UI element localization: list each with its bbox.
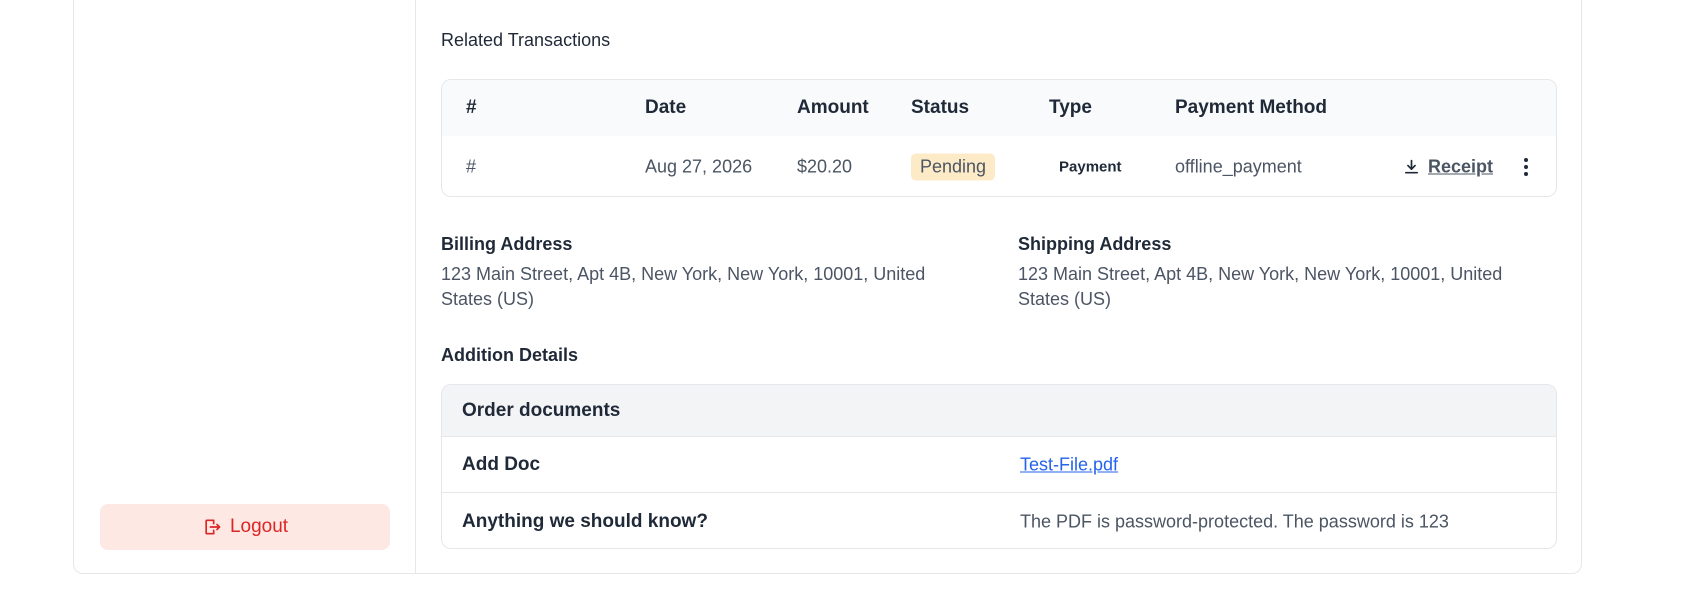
related-transactions-title: Related Transactions bbox=[441, 30, 611, 50]
table-row: Anything we should know? The PDF is pass… bbox=[442, 494, 1556, 548]
notes-value: The PDF is password-protected. The passw… bbox=[1020, 511, 1449, 532]
table-header-row: # Date Amount Status Type Payment Method bbox=[442, 80, 1556, 136]
main-content: Related Transactions # Date Amount Statu… bbox=[441, 0, 1557, 573]
shipping-address-label: Shipping Address bbox=[1018, 234, 1172, 254]
receipt-label: Receipt bbox=[1428, 156, 1494, 177]
header-date: Date bbox=[645, 97, 687, 118]
logout-icon bbox=[205, 519, 221, 535]
status-badge: Pending bbox=[911, 153, 996, 181]
addition-details-title: Addition Details bbox=[441, 345, 579, 365]
sidebar: Logout bbox=[74, 0, 416, 573]
order-documents-table: Order documents Add Doc Test-File.pdf An… bbox=[441, 384, 1557, 549]
transactions-table: # Date Amount Status Type Payment Method… bbox=[441, 79, 1557, 197]
download-icon bbox=[1404, 159, 1419, 174]
file-link[interactable]: Test-File.pdf bbox=[1020, 454, 1118, 475]
table-row: Add Doc Test-File.pdf bbox=[442, 437, 1556, 493]
table-row: # Aug 27, 2026 $20.20 Pending Payment of… bbox=[442, 136, 1556, 196]
receipt-link[interactable]: Receipt bbox=[1403, 157, 1493, 178]
row-number: # bbox=[466, 156, 477, 177]
header-payment-method: Payment Method bbox=[1175, 97, 1328, 118]
billing-address-text: 123 Main Street, Apt 4B, New York, New Y… bbox=[441, 264, 926, 309]
billing-address-label: Billing Address bbox=[441, 234, 573, 254]
order-documents-header: Order documents bbox=[442, 385, 1556, 437]
row-date: Aug 27, 2026 bbox=[645, 156, 753, 177]
header-type: Type bbox=[1049, 97, 1092, 118]
order-detail-card: Logout Related Transactions # Date Amoun… bbox=[73, 0, 1582, 574]
notes-label: Anything we should know? bbox=[462, 511, 708, 532]
order-documents-title: Order documents bbox=[462, 399, 621, 421]
add-doc-label: Add Doc bbox=[462, 453, 541, 475]
header-status: Status bbox=[911, 97, 970, 118]
row-amount: $20.20 bbox=[797, 156, 853, 177]
shipping-address-text: 123 Main Street, Apt 4B, New York, New Y… bbox=[1018, 264, 1503, 309]
kebab-menu-icon[interactable] bbox=[1524, 158, 1528, 176]
header-number: # bbox=[466, 97, 477, 118]
logout-button[interactable]: Logout bbox=[100, 504, 390, 550]
logout-label: Logout bbox=[229, 516, 289, 537]
row-payment-method: offline_payment bbox=[1175, 156, 1302, 177]
row-type: Payment bbox=[1059, 158, 1122, 176]
header-amount: Amount bbox=[797, 97, 869, 118]
